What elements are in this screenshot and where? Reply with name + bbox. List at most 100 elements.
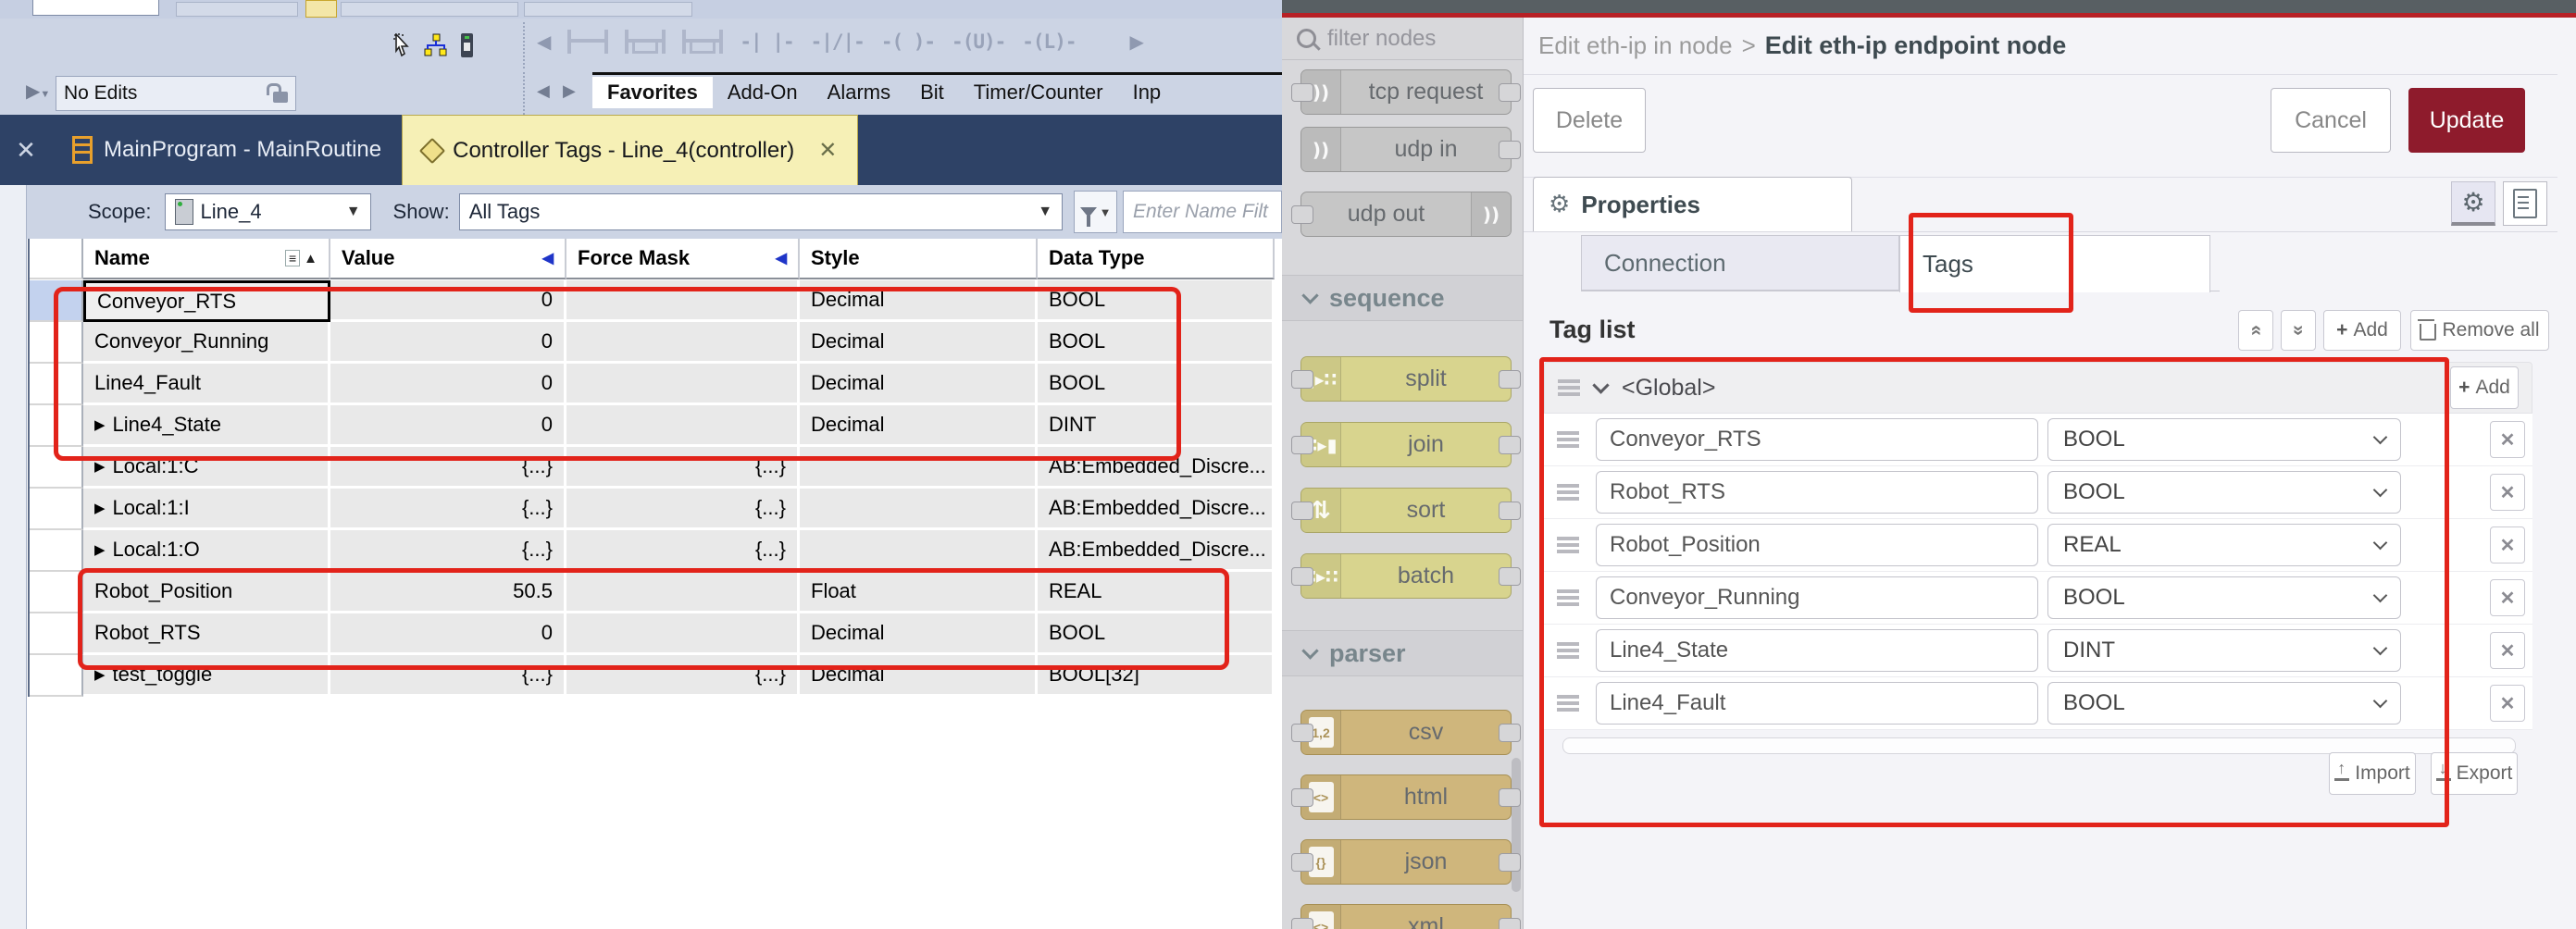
remove-tag-button[interactable]: ✕ bbox=[2490, 685, 2525, 722]
select-cursor-icon[interactable] bbox=[392, 33, 411, 57]
instr-tab-bit[interactable]: Bit bbox=[905, 77, 959, 108]
palette-node-tcp-request[interactable]: )) tcp request bbox=[1300, 69, 1512, 115]
table-row[interactable]: Conveyor_RTS 0 Decimal BOOL bbox=[30, 280, 1277, 322]
col-header-value[interactable]: Value◀ bbox=[330, 239, 566, 279]
table-row[interactable]: Conveyor_Running 0 Decimal BOOL bbox=[30, 322, 1277, 364]
instr-tab-input-truncated[interactable]: Inp bbox=[1118, 77, 1176, 108]
show-dropdown[interactable]: All Tags ▼ bbox=[459, 193, 1063, 230]
tab-properties[interactable]: ⚙ Properties bbox=[1533, 177, 1852, 231]
tab-tags[interactable]: Tags bbox=[1899, 235, 2210, 292]
col-header-style[interactable]: Style bbox=[800, 239, 1038, 279]
expand-arrow-icon[interactable]: ▶ bbox=[94, 500, 106, 516]
tab-close-icon[interactable]: ✕ bbox=[818, 137, 837, 164]
name-filter-input[interactable]: Enter Name Filt bbox=[1123, 191, 1282, 233]
tag-name-input[interactable]: Conveyor_RTS bbox=[1596, 418, 2038, 461]
tag-name-input[interactable]: Robot_RTS bbox=[1596, 471, 2038, 514]
palette-node-batch[interactable]: ∷▸∷ batch bbox=[1300, 553, 1512, 599]
instruction-scroll-left[interactable]: ◀ bbox=[537, 31, 551, 54]
new-rung-icon[interactable] bbox=[567, 30, 608, 54]
drag-handle-icon[interactable] bbox=[1557, 537, 1579, 553]
expand-arrow-icon[interactable]: ▶ bbox=[94, 458, 106, 475]
cancel-button[interactable]: Cancel bbox=[2271, 88, 2391, 153]
scope-dropdown[interactable]: Line_4 ▼ bbox=[165, 193, 371, 230]
tag-type-select[interactable]: BOOL bbox=[2047, 471, 2401, 514]
node-docs-button[interactable] bbox=[2503, 181, 2547, 226]
drag-handle-icon[interactable] bbox=[1557, 484, 1579, 501]
tag-type-select[interactable]: BOOL bbox=[2047, 418, 2401, 461]
ote-coil-icon[interactable]: -( )- bbox=[881, 31, 935, 53]
palette-node-xml[interactable]: <> xml bbox=[1300, 904, 1512, 929]
table-row[interactable]: ▶Local:1:O {...} {...} AB:Embedded_Discr… bbox=[30, 530, 1277, 572]
table-row[interactable]: ▶Line4_State 0 Decimal DINT bbox=[30, 405, 1277, 447]
import-button[interactable]: Import bbox=[2329, 752, 2416, 795]
group-add-tag-button[interactable]: +Add bbox=[2450, 366, 2519, 409]
tab-mainprogram-mainroutine[interactable]: MainProgram - MainRoutine bbox=[52, 115, 402, 185]
tag-type-select[interactable]: DINT bbox=[2047, 629, 2401, 672]
add-tag-button[interactable]: +Add bbox=[2323, 310, 2401, 351]
breadcrumb-parent[interactable]: Edit eth-ip in node bbox=[1538, 31, 1733, 60]
tab-connection[interactable]: Connection bbox=[1581, 235, 1899, 291]
drag-handle-icon[interactable] bbox=[1557, 589, 1579, 606]
unlock-icon[interactable] bbox=[273, 92, 288, 103]
instruction-scroll-right[interactable]: ▶ bbox=[1129, 31, 1143, 54]
palette-node-split[interactable]: ▮▸∷ split bbox=[1300, 356, 1512, 402]
remove-tag-button[interactable]: ✕ bbox=[2490, 474, 2525, 511]
otu-coil-icon[interactable]: -(U)- bbox=[952, 31, 1005, 53]
tag-name-input[interactable]: Conveyor_Running bbox=[1596, 576, 2038, 619]
table-row[interactable]: Robot_RTS 0 Decimal BOOL bbox=[30, 613, 1277, 655]
instr-tab-timer-counter[interactable]: Timer/Counter bbox=[959, 77, 1118, 108]
tag-name-input[interactable]: Robot_Position bbox=[1596, 524, 2038, 566]
instr-tab-alarms[interactable]: Alarms bbox=[813, 77, 905, 108]
palette-node-csv[interactable]: 1,2 csv bbox=[1300, 710, 1512, 755]
table-row[interactable]: ▶Local:1:I {...} {...} AB:Embedded_Discr… bbox=[30, 489, 1277, 530]
chevron-down-icon[interactable] bbox=[1592, 377, 1609, 393]
table-row[interactable]: ▶Local:1:C {...} {...} AB:Embedded_Discr… bbox=[30, 447, 1277, 489]
move-down-button[interactable]: » bbox=[2281, 310, 2316, 351]
toolbar-highlighted-button[interactable] bbox=[305, 0, 337, 18]
table-row[interactable]: Line4_Fault 0 Decimal BOOL bbox=[30, 364, 1277, 405]
export-button[interactable]: Export bbox=[2431, 752, 2518, 795]
tab-bar-close-icon[interactable]: ✕ bbox=[0, 115, 52, 185]
table-row[interactable]: Robot_Position 50.5 Float REAL bbox=[30, 572, 1277, 613]
col-header-name[interactable]: Name ≡▲ bbox=[83, 239, 330, 279]
delete-button[interactable]: Delete bbox=[1533, 88, 1646, 153]
expand-arrow-icon[interactable]: ▶ bbox=[94, 666, 106, 683]
update-button[interactable]: Update bbox=[2408, 88, 2525, 153]
xio-contact-icon[interactable]: -|/|- bbox=[811, 31, 865, 53]
tag-name-input[interactable]: Line4_State bbox=[1596, 629, 2038, 672]
drag-handle-icon[interactable] bbox=[1557, 431, 1579, 448]
xic-contact-icon[interactable]: -| |- bbox=[740, 31, 793, 53]
rung-nav-arrow[interactable]: ▶▼ bbox=[26, 80, 50, 103]
network-browse-icon[interactable] bbox=[424, 33, 448, 57]
palette-section-parser[interactable]: parser bbox=[1282, 630, 1523, 676]
branch-icon[interactable] bbox=[625, 30, 666, 54]
instr-tab-favorites[interactable]: Favorites bbox=[592, 77, 713, 108]
tag-type-select[interactable]: REAL bbox=[2047, 524, 2401, 566]
tag-name-input[interactable]: Line4_Fault bbox=[1596, 682, 2038, 725]
palette-node-udp-in[interactable]: )) udp in bbox=[1300, 127, 1512, 172]
tab-controller-tags[interactable]: Controller Tags - Line_4(controller) ✕ bbox=[402, 115, 858, 185]
tab-scroll-right[interactable]: ▶ bbox=[563, 81, 576, 101]
palette-search[interactable]: filter nodes bbox=[1282, 18, 1523, 60]
palette-node-join[interactable]: ∷▸▮ join bbox=[1300, 422, 1512, 467]
scrollbar-thumb[interactable] bbox=[1512, 758, 1521, 892]
palette-node-html[interactable]: <> html bbox=[1300, 774, 1512, 820]
remove-tag-button[interactable]: ✕ bbox=[2490, 526, 2525, 564]
drag-handle-icon[interactable] bbox=[1557, 642, 1579, 659]
top-combo-box[interactable] bbox=[32, 0, 159, 16]
remove-tag-button[interactable]: ✕ bbox=[2490, 421, 2525, 458]
filter-button[interactable]: ▼ bbox=[1074, 191, 1117, 233]
col-header-data-type[interactable]: Data Type bbox=[1038, 239, 1275, 279]
col-header-force-mask[interactable]: Force Mask◀ bbox=[566, 239, 800, 279]
instr-tab-addon[interactable]: Add-On bbox=[713, 77, 813, 108]
controller-status-icon[interactable] bbox=[461, 33, 473, 57]
palette-section-sequence[interactable]: sequence bbox=[1282, 275, 1523, 321]
tag-group-header[interactable]: <Global> +Add bbox=[1544, 362, 2532, 414]
palette-node-json[interactable]: {} json bbox=[1300, 839, 1512, 885]
remove-all-button[interactable]: Remove all bbox=[2410, 310, 2549, 351]
tab-scroll-left[interactable]: ◀ bbox=[537, 81, 550, 101]
node-settings-button[interactable]: ⚙ bbox=[2451, 181, 2495, 226]
branch-level-icon[interactable] bbox=[682, 30, 723, 54]
tag-type-select[interactable]: BOOL bbox=[2047, 682, 2401, 725]
table-row[interactable]: ▶test_toggle {...} {...} Decimal BOOL[32… bbox=[30, 655, 1277, 697]
